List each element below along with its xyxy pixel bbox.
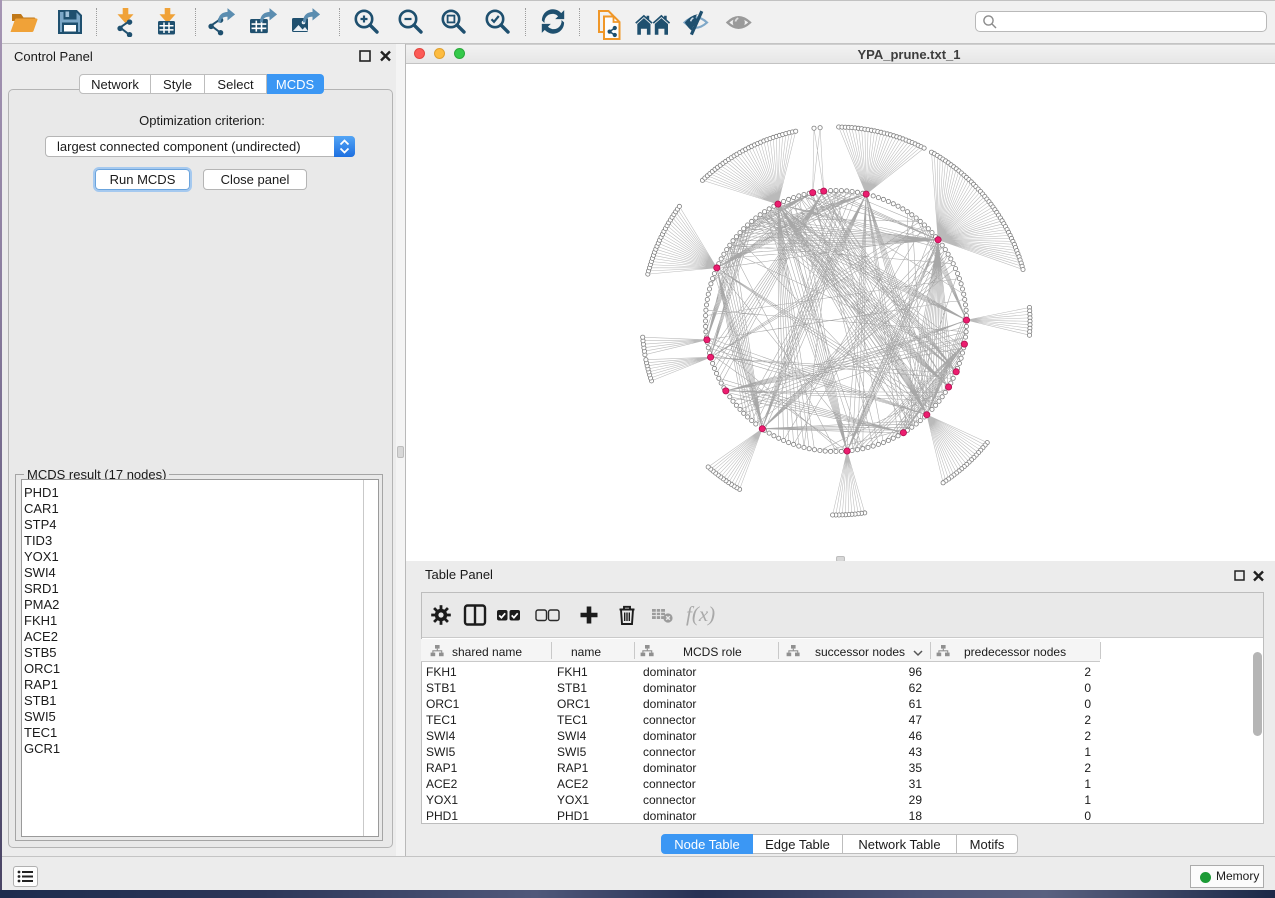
svg-text:f(x): f(x) [686,602,715,626]
